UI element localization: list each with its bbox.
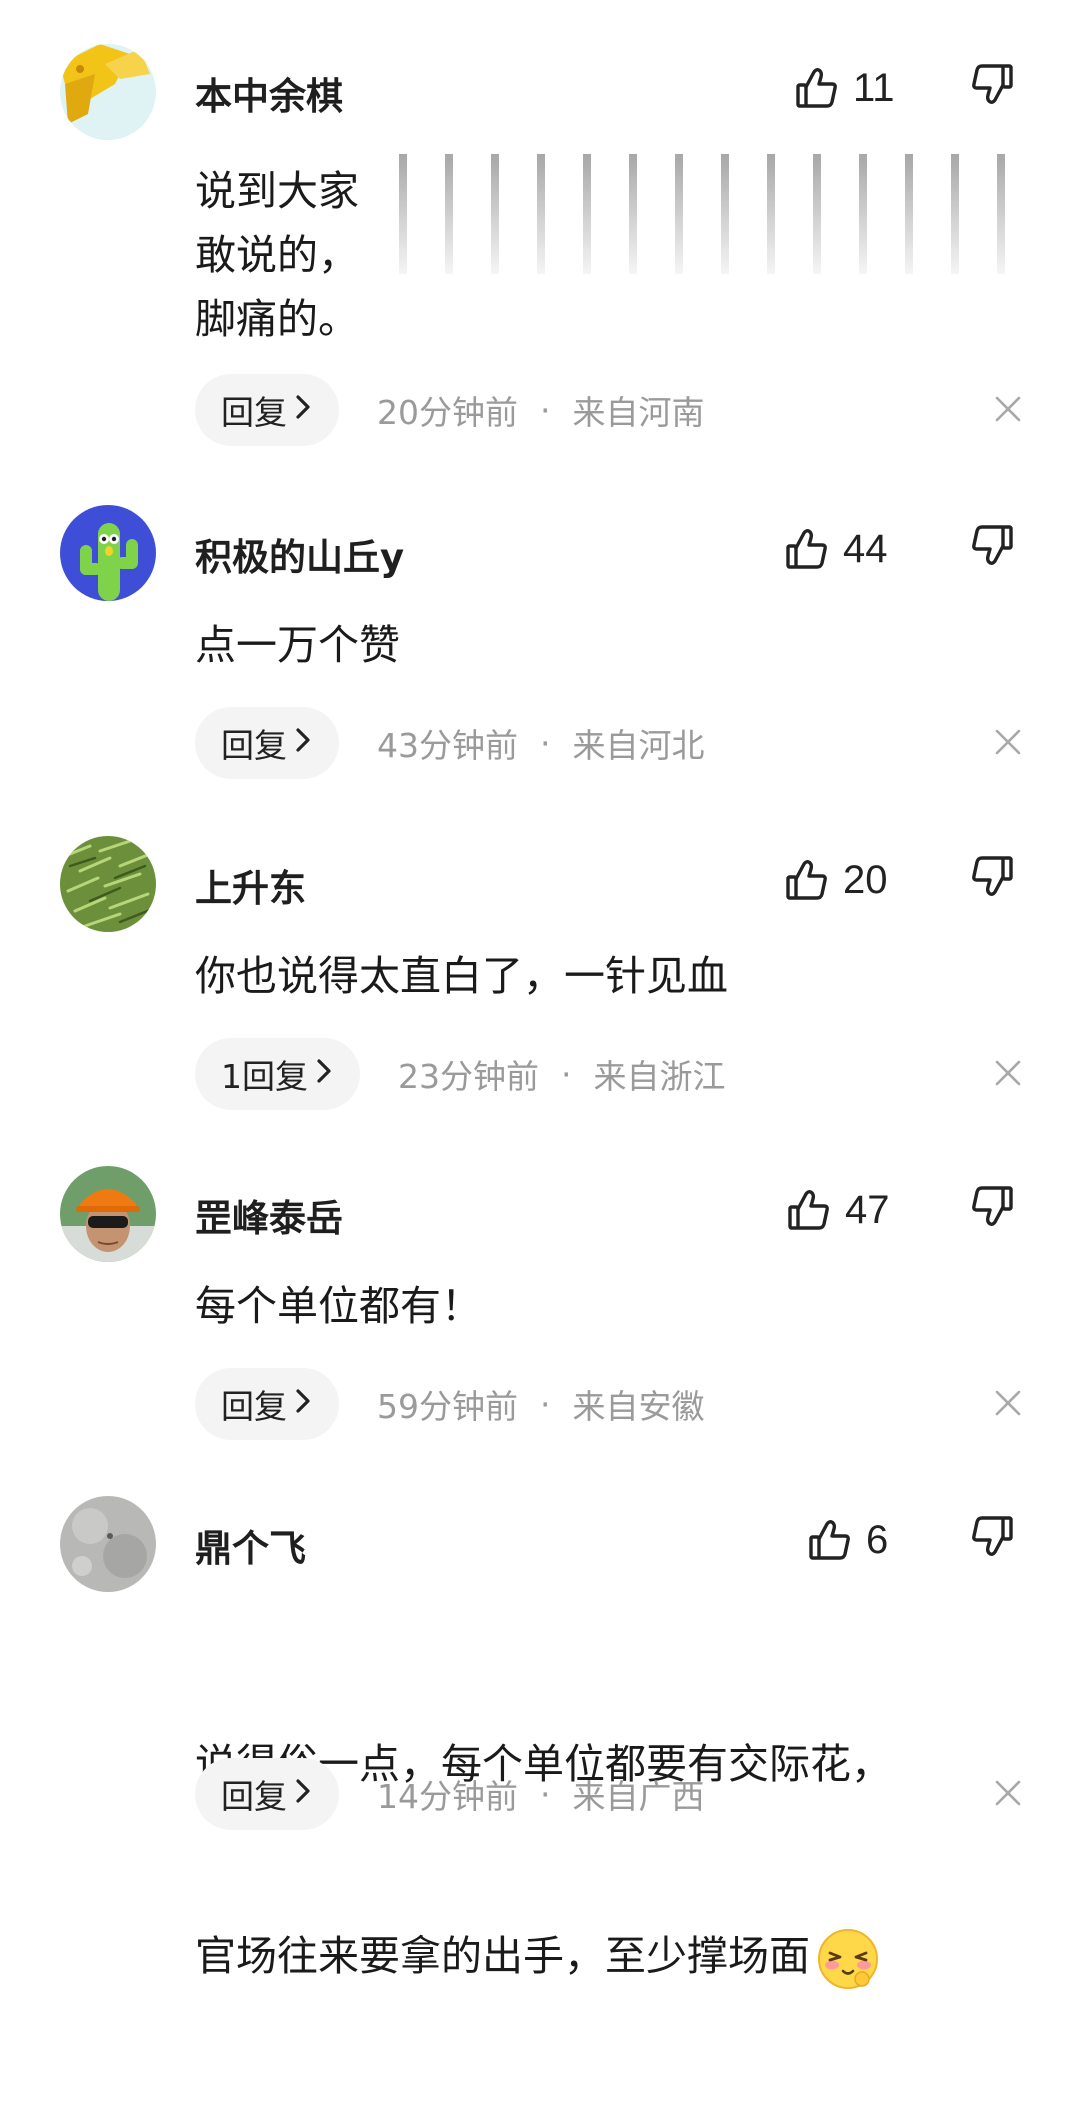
location: 来自浙江 [593,1057,726,1096]
username[interactable]: 罡峰泰岳 [195,1188,343,1242]
shy-face-emoji [816,1927,880,1991]
timestamp: 23分钟前 [398,1057,539,1096]
timestamp: 59分钟前 [377,1387,518,1426]
like-button[interactable]: 11 [795,60,895,116]
username[interactable]: 本中余棋 [195,66,343,120]
like-button[interactable]: 44 [785,521,888,577]
location: 来自安徽 [572,1387,705,1426]
reply-button[interactable]: 回复 [195,1758,339,1830]
chevron-right-icon [295,1387,311,1422]
location: 来自河北 [572,726,705,765]
avatar[interactable] [60,1496,156,1592]
reply-label: 回复 [221,1387,287,1426]
reply-label: 回复 [221,1777,287,1816]
like-count: 20 [843,857,888,902]
username[interactable]: 积极的山丘y [195,527,404,581]
timestamp: 14分钟前 [377,1777,518,1816]
comment-meta: 回复 14分钟前 · 来自广西 [195,1758,705,1830]
thumbs-up-icon [787,1188,831,1232]
separator-dot: · [540,1774,551,1814]
close-icon[interactable] [994,395,1022,423]
reply-label: 回复 [221,726,287,765]
reply-button[interactable]: 回复 [195,1368,339,1440]
comment-text: 点一万个赞 [195,621,400,669]
like-button[interactable]: 6 [808,1512,888,1568]
avatar[interactable] [60,1166,156,1262]
like-button[interactable]: 20 [785,852,888,908]
comment-text: 你也说得太直白了，一针见血 [195,952,728,1000]
location: 来自广西 [572,1777,705,1816]
redaction-overlay [385,154,1025,274]
like-count: 6 [866,1517,889,1562]
avatar[interactable] [60,836,156,932]
separator-dot: · [540,723,551,763]
chevron-right-icon [295,726,311,761]
username[interactable]: 鼎个飞 [195,1518,306,1572]
close-icon[interactable] [994,1059,1022,1087]
comment-text-line: 官场往来要拿的出手，至少撑场面 [195,1932,810,1980]
chevron-right-icon [316,1057,332,1092]
thumbs-down-icon[interactable] [970,1514,1014,1558]
separator-dot: · [540,1384,551,1424]
thumbs-up-icon [808,1518,852,1562]
comment-text: 每个单位都有！ [195,1282,482,1330]
like-button[interactable]: 47 [787,1182,890,1238]
timestamp: 20分钟前 [377,393,518,432]
comment-meta: 1回复 23分钟前 · 来自浙江 [195,1038,726,1110]
separator-dot: · [561,1054,572,1094]
reply-button[interactable]: 回复 [195,707,339,779]
close-icon[interactable] [994,728,1022,756]
thumbs-down-icon[interactable] [970,854,1014,898]
chevron-right-icon [295,393,311,428]
timestamp: 43分钟前 [377,726,518,765]
comment-meta: 回复 20分钟前 · 来自河南 [195,374,705,446]
chevron-right-icon [295,1777,311,1812]
thumbs-down-icon[interactable] [970,523,1014,567]
thumbs-down-icon[interactable] [970,1184,1014,1228]
thumbs-up-icon [785,527,829,571]
avatar[interactable] [60,505,156,601]
comment-meta: 回复 43分钟前 · 来自河北 [195,707,705,779]
like-count: 11 [853,65,895,110]
reply-button[interactable]: 回复 [195,374,339,446]
comment-text-line-with-emoji: 官场往来要拿的出手，至少撑场面 [195,1924,1025,1991]
thumbs-up-icon [785,858,829,902]
comment-text: 说得俗一点，每个单位都要有交际花， 官场往来要拿的出手，至少撑场面 [195,1604,1025,2119]
location: 来自河南 [572,393,705,432]
reply-label: 回复 [221,393,287,432]
avatar[interactable] [60,44,156,140]
close-icon[interactable] [994,1389,1022,1417]
thumbs-up-icon [795,66,839,110]
close-icon[interactable] [994,1779,1022,1807]
reply-button[interactable]: 1回复 [195,1038,360,1110]
like-count: 44 [843,526,888,571]
like-count: 47 [845,1187,890,1232]
thumbs-down-icon[interactable] [970,62,1014,106]
username[interactable]: 上升东 [195,858,306,912]
comment-meta: 回复 59分钟前 · 来自安徽 [195,1368,705,1440]
reply-label: 1回复 [221,1057,308,1096]
separator-dot: · [540,390,551,430]
